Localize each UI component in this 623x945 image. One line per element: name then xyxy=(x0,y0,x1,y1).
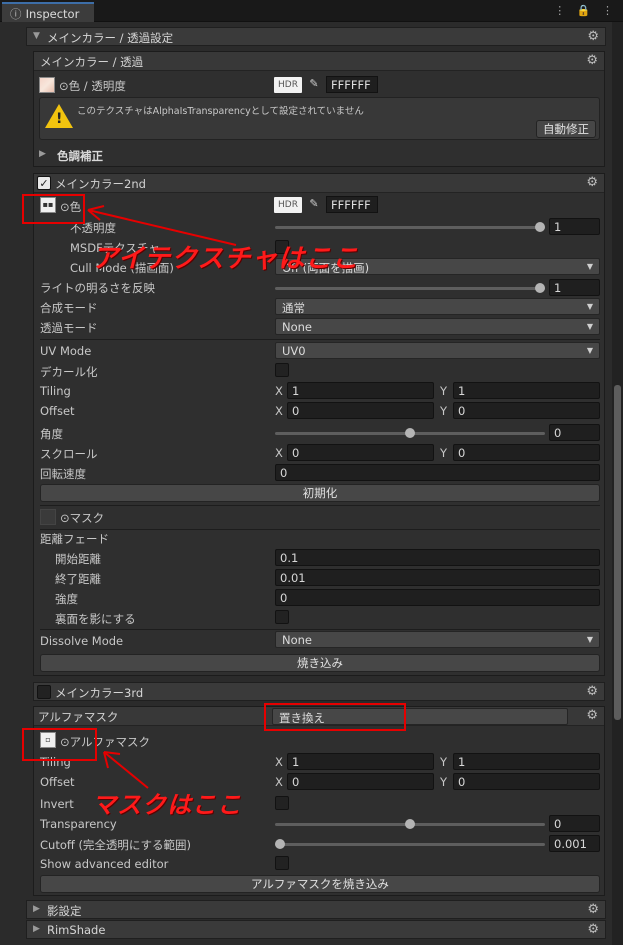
gear-icon[interactable]: ⚙ xyxy=(586,53,598,68)
decal-checkbox[interactable] xyxy=(275,363,289,377)
offset-x-field[interactable]: 0 xyxy=(287,402,434,419)
offset-y-field[interactable]: 0 xyxy=(453,402,600,419)
main-color-label: ⊙色 / 透明度 xyxy=(59,79,126,93)
scroll-x-field[interactable]: 0 xyxy=(287,444,434,461)
transparency-field[interactable]: 0 xyxy=(549,815,600,832)
bake-button[interactable]: 焼き込み xyxy=(40,654,600,672)
gear-icon[interactable]: ⚙ xyxy=(587,29,599,44)
annotation-box-mask xyxy=(22,728,97,761)
main-texture-thumbnail[interactable] xyxy=(39,77,55,93)
advanced-editor-checkbox[interactable] xyxy=(275,856,289,870)
backface-shadow-checkbox[interactable] xyxy=(275,610,289,624)
invert-checkbox[interactable] xyxy=(275,796,289,810)
opacity-slider-track[interactable] xyxy=(275,226,545,229)
alpha-tiling-x-field[interactable]: 1 xyxy=(287,753,434,770)
caret-down-icon: ▼ xyxy=(586,262,593,271)
annotation-box-mode xyxy=(264,703,406,731)
window-tab-bar: ⓘ Inspector ⋮ 🔒 ⋮ xyxy=(0,0,623,22)
gear-icon[interactable]: ⚙ xyxy=(586,708,598,723)
gear-icon[interactable]: ⚙ xyxy=(586,684,598,699)
tab-label: Inspector xyxy=(25,7,80,21)
annotation-mask-note: マスクはここ xyxy=(92,791,242,819)
fade-strength-field[interactable]: 0 xyxy=(275,589,600,606)
uv-mode-dropdown[interactable]: UV0 ▼ xyxy=(275,342,600,359)
light-slider-track[interactable] xyxy=(275,287,545,290)
warning-text: このテクスチャはAlphaIsTransparencyとして設定されていません xyxy=(77,106,364,117)
caret-down-icon: ▼ xyxy=(586,322,593,331)
expand-triangle-icon: ▶ xyxy=(33,924,40,934)
section-main-color-3rd[interactable]: メインカラー3rd ⚙ xyxy=(33,682,605,701)
rotation-speed-field[interactable]: 0 xyxy=(275,464,600,481)
opacity-slider-knob[interactable] xyxy=(535,222,545,232)
opacity-field[interactable]: 1 xyxy=(549,218,600,235)
color-correction-foldout[interactable]: 色調補正 xyxy=(57,148,103,164)
section-main-color-alpha[interactable]: ▼ メインカラー / 透過設定 ⚙ xyxy=(26,27,606,46)
main-color-3rd-toggle[interactable] xyxy=(37,685,51,699)
info-icon: ⓘ xyxy=(10,7,22,21)
divider xyxy=(40,505,600,506)
gear-icon[interactable]: ⚙ xyxy=(586,175,598,190)
mask-thumbnail[interactable] xyxy=(40,509,56,525)
hdr-color-swatch[interactable]: HDR xyxy=(274,197,302,213)
auto-fix-button[interactable]: 自動修正 xyxy=(536,120,596,138)
bake-alpha-mask-button[interactable]: アルファマスクを焼き込み xyxy=(40,875,600,893)
section-rimshade[interactable]: ▶ RimShade ⚙ xyxy=(26,920,606,939)
color-2nd-hex-field[interactable]: FFFFFF xyxy=(326,196,378,213)
cutoff-field[interactable]: 0.001 xyxy=(549,835,600,852)
expand-triangle-icon: ▶ xyxy=(33,904,40,914)
window-menu-icons[interactable]: ⋮ 🔒 ⋮ xyxy=(554,4,617,17)
collapse-triangle-icon[interactable]: ▶ xyxy=(39,149,46,159)
angle-field[interactable]: 0 xyxy=(549,424,600,441)
cutoff-slider-track[interactable] xyxy=(275,843,545,846)
gear-icon[interactable]: ⚙ xyxy=(587,902,599,917)
subsection-main-color-2nd-header: ✓ メインカラー2nd ⚙ xyxy=(34,174,604,193)
hdr-color-swatch[interactable]: HDR xyxy=(274,77,302,93)
main-color-hex-field[interactable]: FFFFFF xyxy=(326,76,378,93)
caret-down-icon: ▼ xyxy=(586,302,593,311)
subsection-main-color-header: メインカラー / 透過 ⚙ xyxy=(34,52,604,71)
alpha-offset-x-field[interactable]: 0 xyxy=(287,773,434,790)
divider xyxy=(40,339,600,340)
scroll-y-field[interactable]: 0 xyxy=(453,444,600,461)
alpha-tiling-y-field[interactable]: 1 xyxy=(453,753,600,770)
light-field[interactable]: 1 xyxy=(549,279,600,296)
tiling-y-field[interactable]: 1 xyxy=(453,382,600,399)
annotation-texture-note: アイテクスチャはここ xyxy=(92,244,360,274)
blend-mode-dropdown[interactable]: 通常 ▼ xyxy=(275,298,600,315)
dissolve-mode-dropdown[interactable]: None ▼ xyxy=(275,631,600,648)
divider xyxy=(40,629,600,630)
transparency-mode-dropdown[interactable]: None ▼ xyxy=(275,318,600,335)
tiling-x-field[interactable]: 1 xyxy=(287,382,434,399)
reset-button[interactable]: 初期化 xyxy=(40,484,600,502)
tab-inspector[interactable]: ⓘ Inspector xyxy=(2,2,94,22)
main-color-2nd-toggle[interactable]: ✓ xyxy=(37,176,51,190)
transparency-slider-knob[interactable] xyxy=(405,819,415,829)
gear-icon[interactable]: ⚙ xyxy=(587,922,599,937)
caret-down-icon: ▼ xyxy=(586,635,593,644)
eyedropper-icon[interactable]: ✎ xyxy=(305,197,323,213)
section-shadow[interactable]: ▶ 影設定 ⚙ xyxy=(26,900,606,919)
angle-slider-knob[interactable] xyxy=(405,428,415,438)
eyedropper-icon[interactable]: ✎ xyxy=(305,77,323,93)
collapse-triangle-icon: ▼ xyxy=(33,31,40,41)
fade-start-field[interactable]: 0.1 xyxy=(275,549,600,566)
alpha-offset-y-field[interactable]: 0 xyxy=(453,773,600,790)
divider xyxy=(40,529,600,530)
annotation-box-texture xyxy=(22,194,85,224)
cutoff-slider-knob[interactable] xyxy=(275,839,285,849)
caret-down-icon: ▼ xyxy=(586,346,593,355)
scrollbar-thumb[interactable] xyxy=(614,385,621,720)
fade-end-field[interactable]: 0.01 xyxy=(275,569,600,586)
light-slider-knob[interactable] xyxy=(535,283,545,293)
